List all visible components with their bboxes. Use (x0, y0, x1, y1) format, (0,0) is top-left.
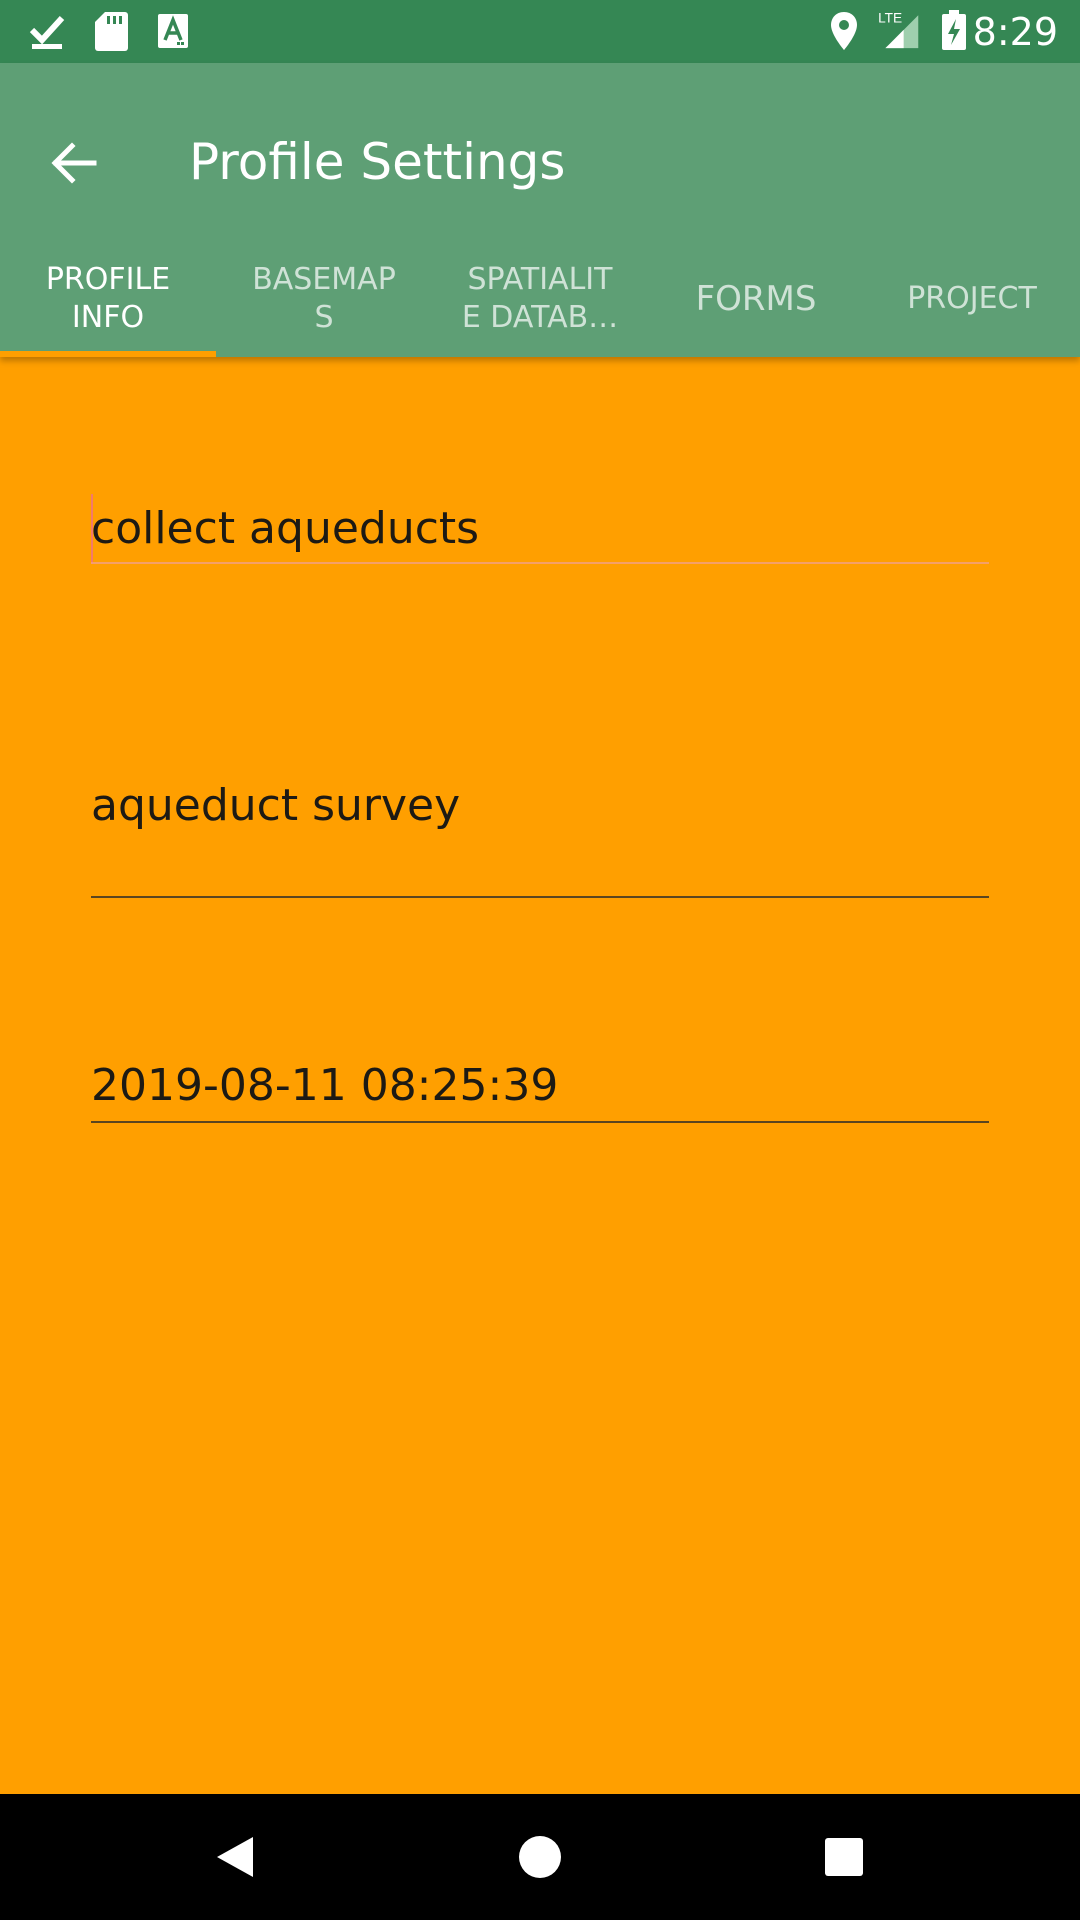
tab-indicator (0, 351, 216, 357)
tab-profile-info[interactable]: PROFILE INFO (0, 241, 216, 357)
screen: LTE 8:29 Profile Settings PROFILE INFO B… (0, 0, 1080, 1920)
home-circle-icon (519, 1836, 561, 1878)
tab-label-line2: INFO (71, 300, 145, 335)
lte-label: LTE (878, 11, 902, 26)
tab-spatialite-database[interactable]: SPATIALIT E DATAB… (432, 241, 648, 357)
arrow-back-icon (51, 142, 97, 184)
location-pin-icon (831, 12, 857, 50)
tab-basemaps[interactable]: BASEMAP S (216, 241, 432, 357)
tab-label-line1: PROFILE (45, 262, 171, 297)
tab-bar: PROFILE INFO BASEMAP S SPATIALIT E DATAB… (0, 241, 1080, 357)
profile-name-value: collect aqueducts (91, 503, 480, 554)
app-bar: Profile Settings PROFILE INFO BASEMAP S … (0, 63, 1080, 357)
tab-project[interactable]: PROJECT (864, 241, 1080, 357)
tab-label-line1: FORMS (695, 279, 817, 319)
battery-charging-icon (942, 10, 966, 50)
field-underline (91, 1121, 989, 1123)
back-button[interactable] (36, 125, 112, 201)
download-done-icon (29, 15, 65, 49)
tab-forms[interactable]: FORMS (648, 241, 864, 357)
nav-home-button[interactable] (505, 1822, 575, 1892)
profile-date-value: 2019-08-11 08:25:39 (91, 1060, 559, 1111)
field-underline (91, 896, 989, 898)
profile-description-field[interactable]: aqueduct survey (91, 770, 989, 900)
sd-card-icon (95, 12, 128, 51)
tab-label-line1: BASEMAP (252, 262, 396, 297)
tab-label-line2: E DATAB… (461, 300, 619, 335)
profile-date-field[interactable]: 2019-08-11 08:25:39 (91, 1056, 989, 1126)
back-triangle-icon (217, 1837, 253, 1877)
nav-back-button[interactable] (200, 1822, 270, 1892)
text-a-icon (158, 14, 188, 48)
status-bar: LTE 8:29 (0, 0, 1080, 63)
page-title: Profile Settings (189, 133, 566, 191)
field-underline (91, 562, 989, 564)
nav-bar (0, 1794, 1080, 1920)
profile-description-value: aqueduct survey (91, 780, 461, 831)
tab-label-line1: PROJECT (907, 281, 1037, 316)
tab-label-line2: S (314, 300, 334, 335)
nav-recents-button[interactable] (809, 1822, 879, 1892)
lte-signal-icon: LTE (878, 11, 919, 49)
status-time: 8:29 (972, 10, 1058, 54)
tab-label-line1: SPATIALIT (467, 262, 613, 297)
profile-name-field[interactable]: collect aqueducts (91, 494, 989, 566)
recents-square-icon (825, 1838, 863, 1876)
